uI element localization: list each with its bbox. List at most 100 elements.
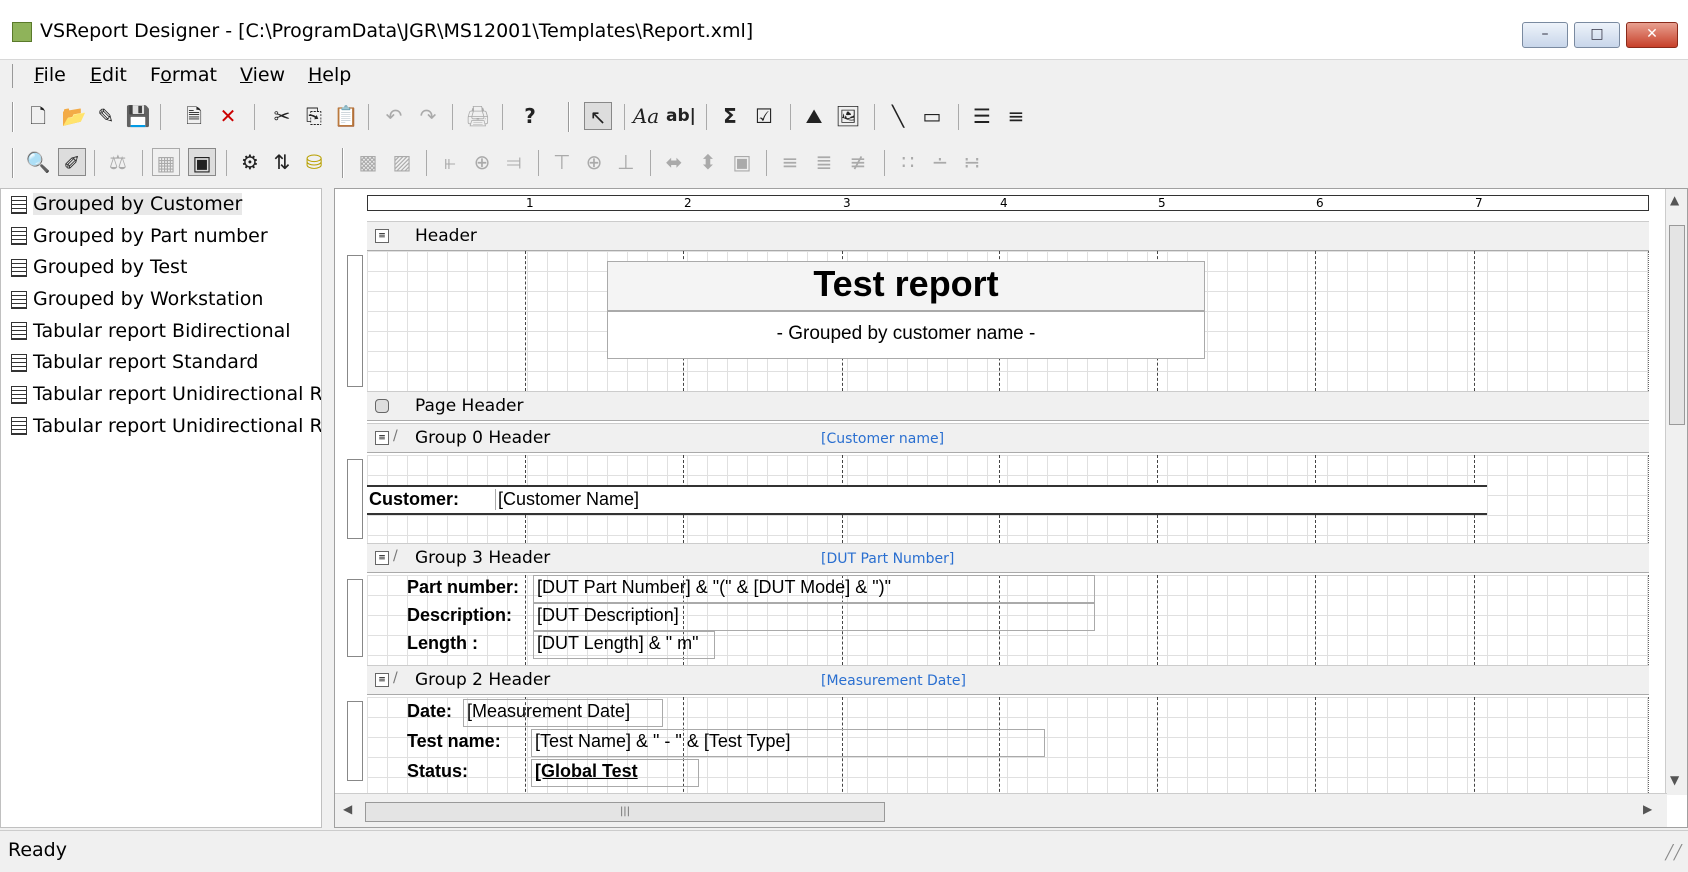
scroll-up-icon[interactable]: ▲ (1670, 193, 1679, 207)
customer-label[interactable]: Customer: (369, 489, 459, 510)
pointer-icon[interactable]: ↖ (584, 102, 612, 130)
report-title[interactable]: Test report (607, 263, 1205, 305)
description-label[interactable]: Description: (407, 605, 512, 626)
length-value[interactable]: [DUT Length] & " m" (537, 633, 699, 654)
report-list-item[interactable]: Grouped by Customer (1, 189, 321, 221)
band-edit-icon[interactable]: / (393, 548, 398, 564)
same-size-icon[interactable]: ▣ (728, 148, 756, 176)
design-icon[interactable]: ✐ (58, 148, 86, 176)
align-bottom-icon[interactable]: ⊥ (612, 148, 640, 176)
align-right-icon[interactable]: ⫤ (500, 148, 528, 176)
checkbox-icon[interactable]: ☑ (750, 102, 778, 130)
undo-icon[interactable]: ↶ (380, 102, 408, 130)
part-number-label[interactable]: Part number: (407, 577, 519, 598)
hspace-equal-icon[interactable]: ≡ (776, 148, 804, 176)
minimize-button[interactable]: – (1522, 22, 1568, 48)
vspace-equal-icon[interactable]: ∷ (894, 148, 922, 176)
status-label[interactable]: Status: (407, 761, 468, 782)
same-width-icon[interactable]: ⬌ (660, 148, 688, 176)
new-icon[interactable]: 🗋 (24, 102, 52, 130)
hspace-inc-icon[interactable]: ≣ (810, 148, 838, 176)
chart-icon[interactable]: ⛰ (800, 102, 828, 130)
band-edit-icon[interactable]: / (393, 428, 398, 444)
paste-icon[interactable]: 📋 (332, 102, 360, 130)
new-report-icon[interactable]: 🗎 (180, 102, 208, 130)
rectangle-icon[interactable]: ▭ (918, 102, 946, 130)
open-icon[interactable]: 📂 (60, 102, 88, 130)
vertical-scrollbar[interactable]: ▲ ▼ (1665, 189, 1687, 795)
horizontal-scrollbar[interactable]: ◀ ||| ▶ (335, 793, 1667, 827)
bring-front-icon[interactable]: ▩ (354, 148, 382, 176)
test-name-label[interactable]: Test name: (407, 731, 501, 752)
menu-view[interactable]: View (236, 64, 289, 86)
pagebreak-icon[interactable]: ≡ (1002, 102, 1030, 130)
section-handle[interactable] (347, 701, 363, 781)
band-collapse-icon[interactable]: ≡ (375, 551, 389, 565)
help-icon[interactable]: ? (516, 102, 544, 130)
band-collapse-icon[interactable] (375, 399, 389, 413)
fields-icon[interactable]: ⚖ (104, 148, 132, 176)
properties-icon[interactable]: ⚙ (236, 148, 264, 176)
report-list-item[interactable]: Grouped by Part number (1, 221, 321, 253)
align-center-icon[interactable]: ⊕ (468, 148, 496, 176)
section-handle[interactable] (347, 579, 363, 657)
report-list-item[interactable]: Tabular report Standard (1, 347, 321, 379)
scroll-thumb[interactable] (1669, 225, 1685, 425)
label-icon[interactable]: Aa (632, 102, 660, 130)
band-edit-icon[interactable]: / (393, 670, 398, 686)
menu-edit[interactable]: Edit (86, 64, 131, 86)
part-number-value[interactable]: [DUT Part Number] & "(" & [DUT Mode] & "… (537, 577, 891, 598)
report-list-item[interactable]: Tabular report Unidirectional RI (1, 379, 321, 411)
sum-icon[interactable]: Σ (716, 102, 744, 130)
save-icon[interactable]: 💾 (124, 102, 152, 130)
line-icon[interactable]: ╲ (884, 102, 912, 130)
align-left-icon[interactable]: ⫦ (436, 148, 464, 176)
same-height-icon[interactable]: ⬍ (694, 148, 722, 176)
wizard-icon[interactable]: ✎ (92, 102, 120, 130)
report-list-item[interactable]: Grouped by Test (1, 252, 321, 284)
vspace-inc-icon[interactable]: ∸ (926, 148, 954, 176)
resize-grip-icon[interactable]: ╱╱ (1665, 845, 1682, 861)
band-collapse-icon[interactable]: ≡ (375, 673, 389, 687)
maximize-button[interactable]: □ (1574, 22, 1620, 48)
date-label[interactable]: Date: (407, 701, 452, 722)
length-label[interactable]: Length : (407, 633, 478, 654)
band-header[interactable]: ≡ Header (367, 221, 1649, 251)
scroll-thumb[interactable]: ||| (365, 802, 885, 822)
report-list-item[interactable]: Tabular report Unidirectional RI (1, 411, 321, 443)
align-middle-icon[interactable]: ⊕ (580, 148, 608, 176)
preview-icon[interactable]: 🔍 (24, 148, 52, 176)
scroll-left-icon[interactable]: ◀ (343, 802, 352, 816)
print-icon[interactable]: 🖨 (464, 102, 492, 130)
align-top-icon[interactable]: ⊤ (548, 148, 576, 176)
report-subtitle[interactable]: - Grouped by customer name - (607, 323, 1205, 345)
textbox-icon[interactable]: ab| (666, 102, 696, 130)
grid-icon[interactable]: ▦ (152, 148, 180, 176)
section-handle[interactable] (347, 459, 363, 539)
section-handle[interactable] (347, 255, 363, 387)
customer-value[interactable]: [Customer Name] (495, 489, 639, 510)
status-value[interactable]: [Global Test (535, 761, 638, 782)
description-value[interactable]: [DUT Description] (537, 605, 679, 626)
test-name-value[interactable]: [Test Name] & " - " & [Test Type] (535, 731, 791, 752)
subreport-icon[interactable]: ☰ (968, 102, 996, 130)
band-page-header[interactable]: Page Header (367, 391, 1649, 421)
scroll-down-icon[interactable]: ▼ (1670, 773, 1679, 787)
report-designer-canvas[interactable]: 1 2 3 4 5 6 7 ≡ Header Test report - Gro… (334, 188, 1688, 828)
close-button[interactable]: ✕ (1626, 22, 1678, 48)
band-collapse-icon[interactable]: ≡ (375, 431, 389, 445)
hspace-dec-icon[interactable]: ≢ (844, 148, 872, 176)
band-collapse-icon[interactable]: ≡ (375, 229, 389, 243)
menu-file[interactable]: File (30, 64, 70, 86)
scroll-right-icon[interactable]: ▶ (1643, 802, 1652, 816)
date-value[interactable]: [Measurement Date] (467, 701, 630, 722)
sorting-icon[interactable]: ⇅ (268, 148, 296, 176)
snap-icon[interactable]: ▣ (188, 148, 216, 176)
band-group2-header[interactable]: ≡ / Group 2 Header [Measurement Date] (367, 665, 1649, 695)
delete-icon[interactable]: ✕ (214, 102, 242, 130)
band-group3-header[interactable]: ≡ / Group 3 Header [DUT Part Number] (367, 543, 1649, 573)
vspace-dec-icon[interactable]: ∺ (958, 148, 986, 176)
copy-icon[interactable]: ⎘ (300, 102, 328, 130)
menu-help[interactable]: Help (304, 64, 355, 86)
report-list-item[interactable]: Tabular report Bidirectional (1, 316, 321, 348)
